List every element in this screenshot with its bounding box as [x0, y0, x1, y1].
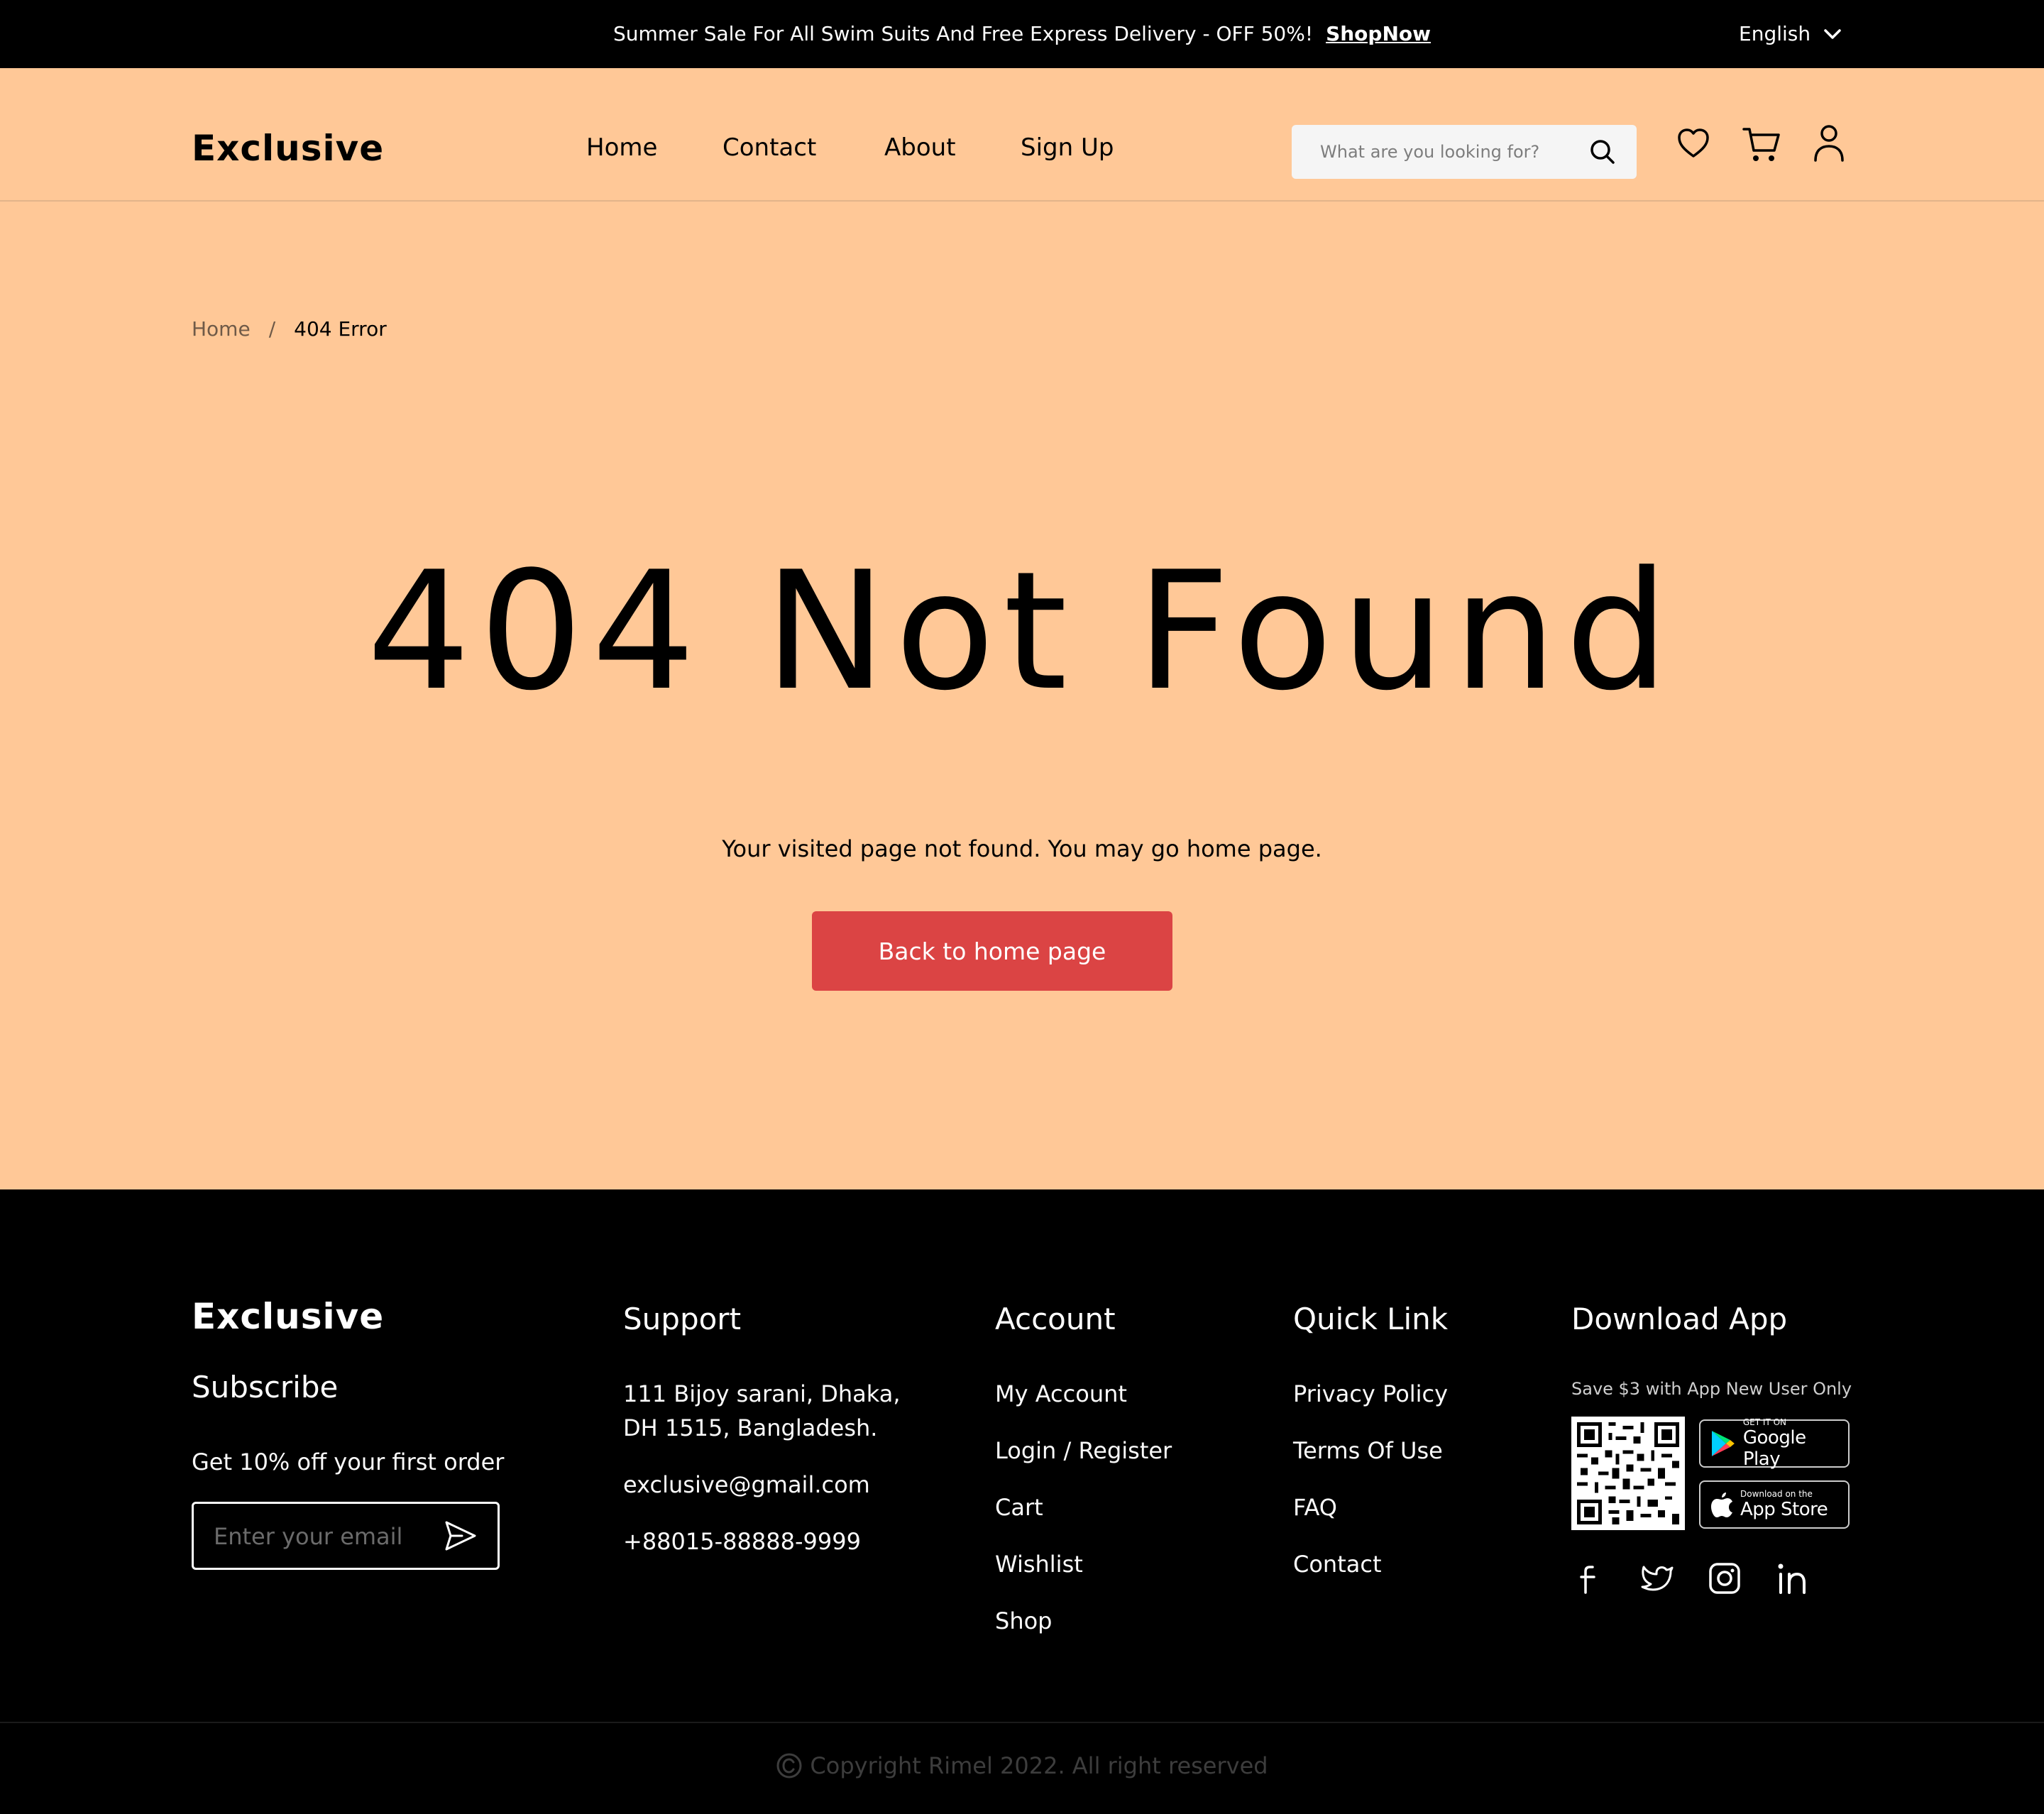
support-heading: Support: [623, 1302, 742, 1336]
promo-banner: Summer Sale For All Swim Suits And Free …: [0, 20, 2044, 48]
subscribe-offer: Get 10% off your first order: [192, 1449, 505, 1475]
breadcrumb-separator: /: [268, 317, 276, 341]
quick-link-heading: Quick Link: [1293, 1302, 1449, 1336]
breadcrumb: Home / 404 Error: [192, 315, 387, 343]
app-store-small-text: Download on the: [1740, 1489, 1813, 1499]
top-announcement-bar: Summer Sale For All Swim Suits And Free …: [0, 0, 2044, 68]
account-link-login-register[interactable]: Login / Register: [995, 1435, 1172, 1466]
heart-icon[interactable]: [1676, 126, 1710, 160]
promo-text: Summer Sale For All Swim Suits And Free …: [613, 22, 1314, 45]
language-label: English: [1739, 22, 1811, 45]
breadcrumb-home[interactable]: Home: [192, 315, 251, 343]
linkedin-icon[interactable]: [1776, 1561, 1810, 1595]
send-icon[interactable]: [444, 1519, 478, 1552]
support-email[interactable]: exclusive@gmail.com: [623, 1469, 870, 1500]
site-footer: Exclusive Subscribe Get 10% off your fir…: [0, 1189, 2044, 1814]
quick-link-contact[interactable]: Contact: [1293, 1549, 1382, 1580]
shop-now-link[interactable]: ShopNow: [1326, 22, 1431, 45]
copyright-text: Copyright Rimel 2022. All right reserved: [810, 1752, 1268, 1779]
language-selector[interactable]: English: [1739, 20, 1842, 48]
google-play-icon: [1711, 1431, 1735, 1456]
google-play-big-text: Google Play: [1742, 1427, 1806, 1470]
support-address-line1: 111 Bijoy sarani, Dhaka,: [623, 1380, 901, 1407]
app-offer-note: Save $3 with App New User Only: [1571, 1379, 1852, 1399]
download-app-heading: Download App: [1571, 1302, 1788, 1336]
app-store-big-text: App Store: [1740, 1499, 1828, 1520]
search-bar: [1292, 125, 1637, 179]
support-phone[interactable]: +88015-88888-9999: [623, 1526, 861, 1557]
account-link-wishlist[interactable]: Wishlist: [995, 1549, 1083, 1580]
footer-divider: [0, 1722, 2044, 1723]
facebook-icon[interactable]: [1576, 1561, 1604, 1595]
search-input[interactable]: [1320, 138, 1576, 166]
support-address-line2: DH 1515, Bangladesh.: [623, 1414, 878, 1441]
footer-logo: Exclusive: [192, 1296, 385, 1337]
quick-link-privacy-policy[interactable]: Privacy Policy: [1293, 1378, 1448, 1409]
qr-code: [1571, 1417, 1685, 1530]
quick-link-terms-of-use[interactable]: Terms Of Use: [1293, 1435, 1443, 1466]
instagram-icon[interactable]: [1708, 1561, 1742, 1595]
account-heading: Account: [995, 1302, 1116, 1336]
qr-code-icon: [1577, 1422, 1679, 1524]
copyright: Copyright Rimel 2022. All right reserved: [0, 1750, 2044, 1781]
account-link-my-account[interactable]: My Account: [995, 1378, 1127, 1409]
back-home-button[interactable]: Back to home page: [812, 911, 1172, 991]
error-message: Your visited page not found. You may go …: [722, 835, 1322, 862]
nav-contact[interactable]: Contact: [722, 133, 816, 162]
twitter-icon[interactable]: [1641, 1561, 1675, 1595]
user-icon[interactable]: [1813, 123, 1845, 162]
site-logo[interactable]: Exclusive: [192, 131, 384, 166]
nav-home[interactable]: Home: [586, 133, 657, 162]
search-icon[interactable]: [1588, 138, 1617, 166]
account-link-shop[interactable]: Shop: [995, 1605, 1052, 1637]
breadcrumb-current: 404 Error: [294, 317, 387, 341]
error-title: 404 Not Found: [366, 537, 1678, 727]
app-store-button[interactable]: Download on the App Store: [1699, 1480, 1850, 1529]
quick-link-faq[interactable]: FAQ: [1293, 1492, 1337, 1523]
subscribe-form: [192, 1502, 500, 1570]
chevron-down-icon: [1824, 29, 1841, 39]
nav-about[interactable]: About: [884, 133, 956, 162]
account-link-cart[interactable]: Cart: [995, 1492, 1043, 1523]
email-field[interactable]: [214, 1522, 427, 1551]
apple-icon: [1711, 1493, 1732, 1517]
nav-sign-up[interactable]: Sign Up: [1021, 133, 1114, 162]
cart-icon[interactable]: [1742, 126, 1781, 163]
copyright-icon: [776, 1753, 802, 1779]
site-header: Exclusive Home Contact About Sign Up: [0, 68, 2044, 202]
main-content: Exclusive Home Contact About Sign Up Hom…: [0, 68, 2044, 1189]
subscribe-heading: Subscribe: [192, 1370, 339, 1405]
google-play-small-text: GET IT ON: [1742, 1417, 1787, 1427]
google-play-button[interactable]: GET IT ON Google Play: [1699, 1417, 1850, 1470]
